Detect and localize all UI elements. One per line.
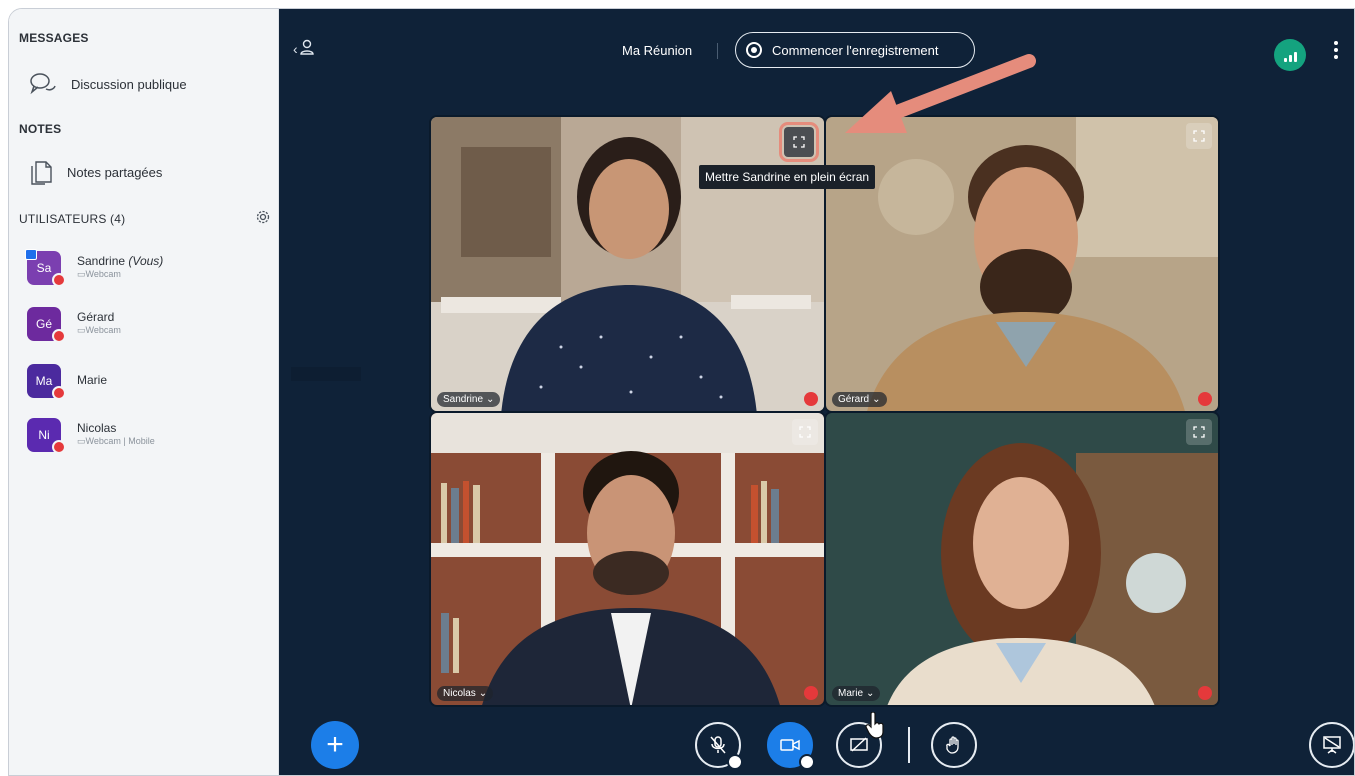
meeting-title: Ma Réunion: [622, 43, 693, 58]
start-recording-button[interactable]: Commencer l'enregistrement: [735, 32, 975, 68]
fullscreen-button[interactable]: [779, 122, 819, 162]
user-name: Nicolas: [77, 421, 117, 435]
notes-heading: NOTES: [19, 122, 62, 136]
toggle-userlist-button[interactable]: ‹: [293, 39, 314, 58]
video-tile-marie[interactable]: Marie ⌄: [824, 411, 1220, 707]
documents-icon: [29, 158, 53, 186]
muted-mic-icon: [710, 736, 726, 754]
fullscreen-button[interactable]: [1186, 123, 1212, 149]
user-status: ▭Webcam: [77, 325, 121, 335]
chevron-up-icon[interactable]: [727, 754, 743, 770]
app-frame: MESSAGES Discussion publique NOTES Notes…: [0, 0, 1355, 776]
fullscreen-button[interactable]: [1186, 419, 1212, 445]
user-icon: [299, 39, 314, 58]
users-heading: UTILISATEURS (4): [19, 212, 126, 226]
muted-mic-icon: [52, 329, 66, 343]
fullscreen-button[interactable]: [792, 419, 818, 445]
user-item-sandrine[interactable]: Sa Sandrine (Vous) ▭Webcam: [25, 249, 267, 287]
record-label: Commencer l'enregistrement: [772, 42, 939, 58]
expand-icon: [793, 136, 805, 148]
more-options-icon[interactable]: [1333, 41, 1339, 59]
sidebar: MESSAGES Discussion publique NOTES Notes…: [9, 9, 279, 775]
muted-mic-icon: [52, 273, 66, 287]
user-item-gerard[interactable]: Gé Gérard ▭Webcam: [27, 307, 267, 343]
expand-icon: [1193, 130, 1205, 142]
presenter-icon: [25, 249, 37, 260]
record-icon: [746, 42, 762, 58]
video-tile-gerard[interactable]: Gérard ⌄: [824, 115, 1220, 413]
raise-hand-icon: [946, 736, 959, 754]
fullscreen-tooltip: Mettre Sandrine en plein écran: [699, 165, 876, 189]
mute-button[interactable]: [695, 722, 743, 770]
expand-icon: [1193, 426, 1205, 438]
divider: [908, 727, 910, 763]
muted-mic-icon: [1198, 392, 1212, 406]
shared-notes-item[interactable]: Notes partagées: [29, 158, 162, 186]
app-window: MESSAGES Discussion publique NOTES Notes…: [8, 8, 1355, 776]
muted-mic-icon: [1198, 686, 1212, 700]
chevron-up-icon[interactable]: [799, 754, 815, 770]
gear-icon[interactable]: [255, 209, 271, 230]
video-feed: [431, 117, 824, 411]
hand-cursor-icon: [865, 712, 884, 739]
presentation-icon: [1323, 736, 1341, 754]
muted-mic-icon: [804, 686, 818, 700]
video-tile-sandrine[interactable]: Sandrine ⌄: [429, 115, 826, 413]
messages-heading: MESSAGES: [19, 31, 89, 45]
user-item-marie[interactable]: Ma Marie: [27, 364, 267, 400]
video-name-tag[interactable]: Marie ⌄: [832, 686, 881, 701]
chevron-left-icon: ‹: [293, 40, 298, 57]
user-name: Sandrine (Vous): [77, 254, 164, 268]
muted-mic-icon: [52, 440, 66, 454]
video-name-tag[interactable]: Sandrine ⌄: [437, 392, 501, 407]
public-chat-label: Discussion publique: [71, 76, 187, 92]
video-feed: [431, 413, 824, 705]
main-area: ‹ Ma Réunion Commencer l'enregistrement: [279, 9, 1354, 775]
video-feed: [826, 413, 1218, 705]
video-tile-nicolas[interactable]: Nicolas ⌄: [429, 411, 826, 707]
raise-hand-button[interactable]: [931, 722, 977, 768]
speech-bubbles-icon: [29, 71, 57, 97]
divider: [717, 43, 718, 59]
user-name: Marie: [77, 373, 108, 387]
camera-button[interactable]: [767, 722, 815, 770]
muted-mic-icon: [52, 386, 66, 400]
expand-icon: [799, 426, 811, 438]
video-name-tag[interactable]: Gérard ⌄: [832, 392, 887, 407]
public-chat-item[interactable]: Discussion publique: [29, 71, 187, 97]
muted-mic-icon: [804, 392, 818, 406]
video-feed: [826, 117, 1218, 411]
user-item-nicolas[interactable]: Ni Nicolas ▭Webcam | Mobile: [27, 418, 267, 454]
user-name: Gérard: [77, 310, 115, 324]
shared-notes-label: Notes partagées: [67, 164, 163, 180]
hidden-panel-handle: [291, 367, 361, 381]
user-status: ▭Webcam: [77, 269, 121, 279]
user-status: ▭Webcam | Mobile: [77, 436, 155, 446]
presentation-button[interactable]: [1309, 722, 1354, 768]
camera-icon: [780, 739, 800, 751]
actions-button[interactable]: +: [311, 721, 359, 769]
signal-bars-icon[interactable]: [1274, 39, 1306, 71]
video-name-tag[interactable]: Nicolas ⌄: [437, 686, 494, 701]
